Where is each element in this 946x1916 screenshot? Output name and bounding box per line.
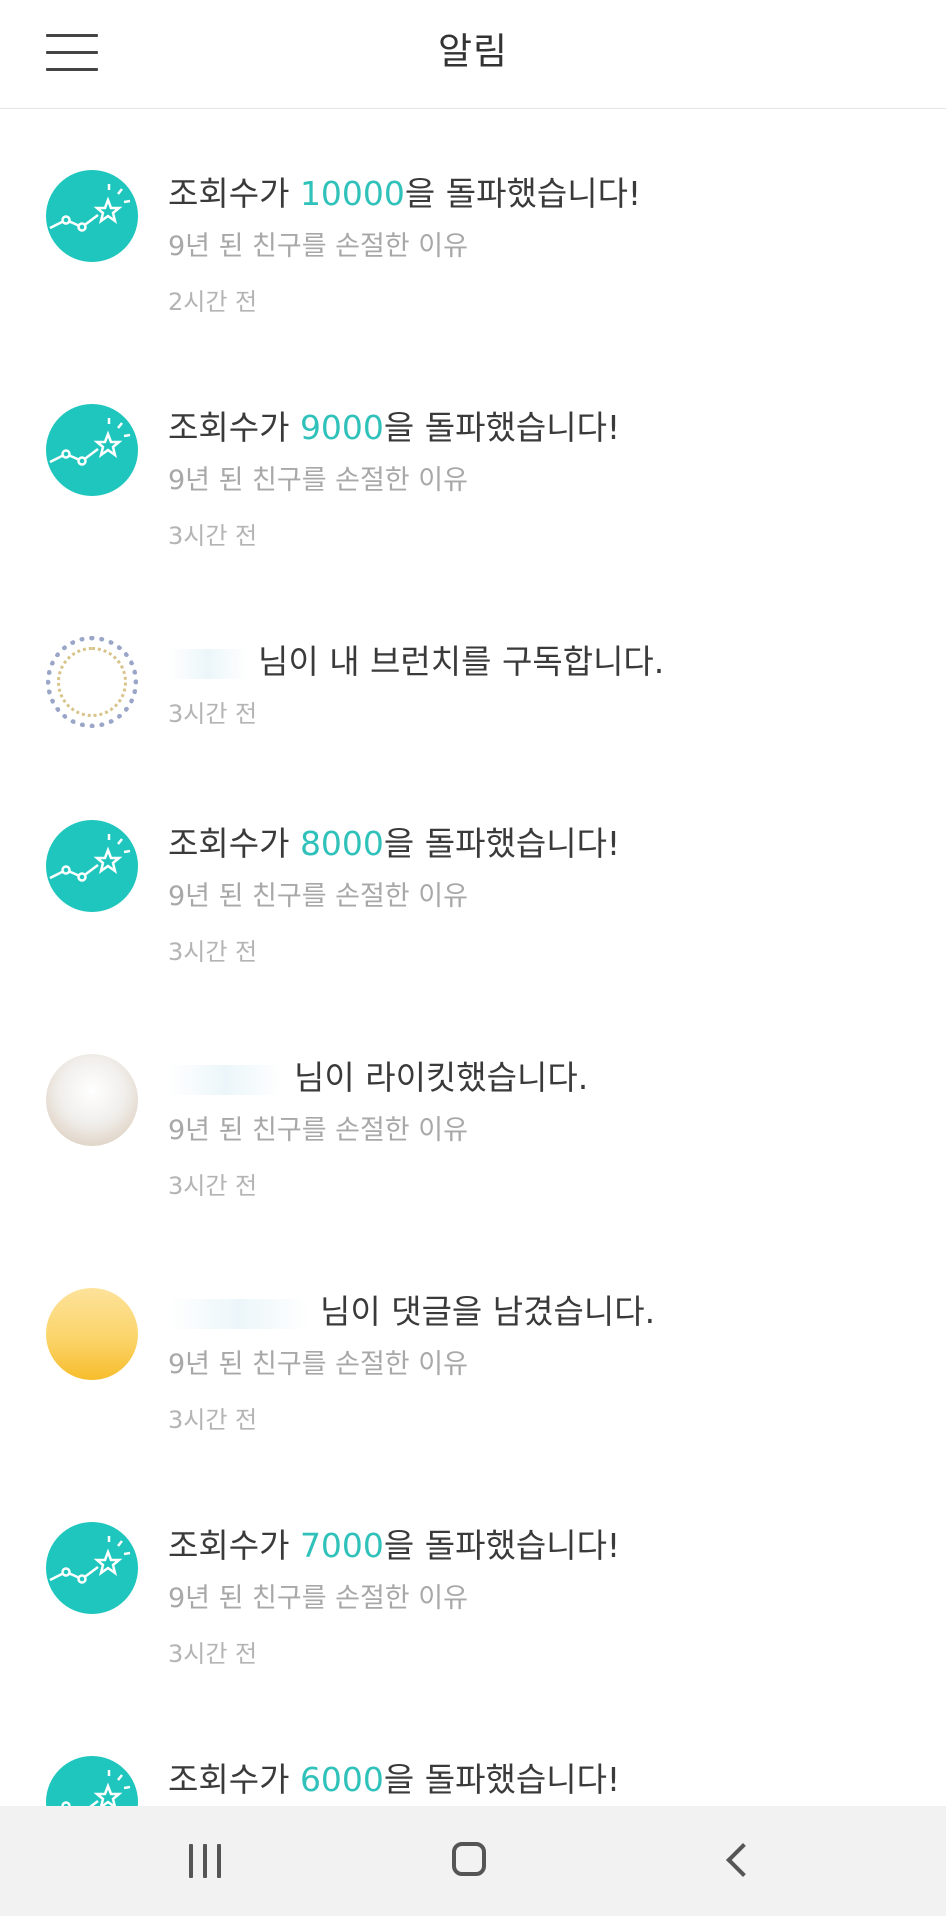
notification-message: 조회수가 6000을 돌파했습니다! [168,1760,621,1799]
notification-message: 조회수가 7000을 돌파했습니다! [168,1526,621,1565]
notification-post-title: 9년 된 친구를 손절한 이유 [168,231,468,262]
rising-chart-star-icon [46,820,138,912]
rising-chart-star-icon [46,1522,138,1614]
notification-post-title: 9년 된 친구를 손절한 이유 [168,881,468,912]
notification-message: 조회수가 10000을 돌파했습니다! [168,174,642,213]
recent-apps-icon[interactable] [183,1836,243,1886]
notification-time: 3시간 전 [168,1406,258,1434]
blurred-username [168,1298,310,1329]
blurred-username [168,1064,284,1095]
home-icon[interactable] [443,1836,503,1886]
notification-message: 조회수가 8000을 돌파했습니다! [168,824,621,863]
avatar [46,1054,138,1146]
rising-chart-star-icon [46,404,138,496]
notification-post-title: 9년 된 친구를 손절한 이유 [168,1583,468,1614]
notification-time: 3시간 전 [168,700,258,728]
back-icon[interactable] [713,1836,773,1886]
notification-time: 2시간 전 [168,288,258,316]
notification-time: 3시간 전 [168,1640,258,1668]
notification-time: 3시간 전 [168,1172,258,1200]
notification-message: 조회수가 9000을 돌파했습니다! [168,408,621,447]
notification-time: 3시간 전 [168,522,258,550]
notification-message: 님이 라이킷했습니다. [168,1051,588,1099]
app-header: 알림 [0,0,946,109]
notification-message: 님이 댓글을 남겼습니다. [168,1285,655,1333]
notification-post-title: 9년 된 친구를 손절한 이유 [168,465,468,496]
page-title: 알림 [437,30,509,73]
notification-message: 님이 내 브런치를 구독합니다. [168,635,664,683]
notification-post-title: 9년 된 친구를 손절한 이유 [168,1115,468,1146]
avatar [46,1288,138,1380]
system-navigation-bar [0,1806,946,1916]
rising-chart-star-icon [46,170,138,262]
notification-time: 3시간 전 [168,938,258,966]
notification-post-title: 9년 된 친구를 손절한 이유 [168,1349,468,1380]
blurred-username [168,648,248,679]
avatar [46,636,138,728]
